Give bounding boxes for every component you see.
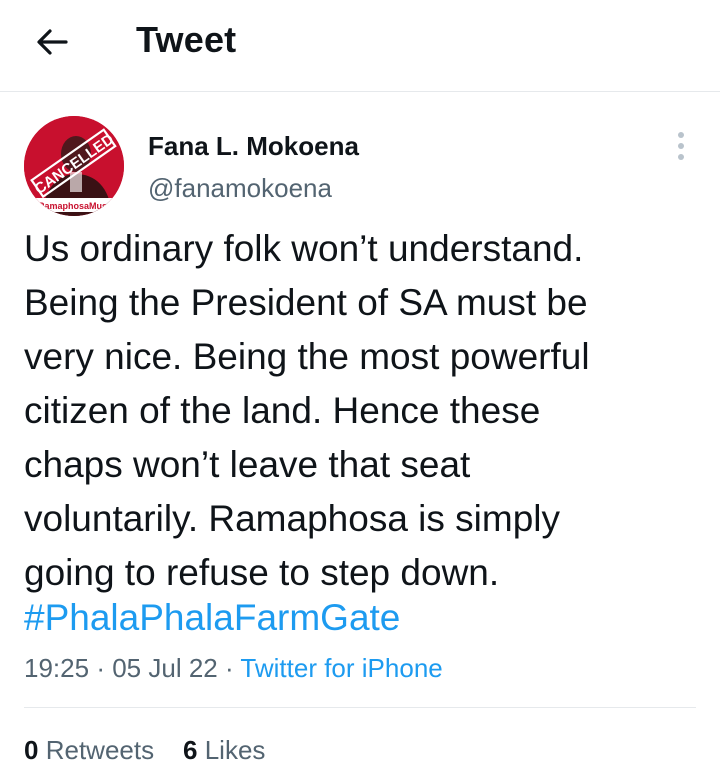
retweets-link[interactable]: 0 Retweets — [24, 735, 154, 765]
meta-separator: · — [96, 653, 105, 683]
avatar-image: CANCELLED RamaphosaMust — [24, 116, 124, 216]
tweet-text: Us ordinary folk won’t understand. Being… — [24, 228, 590, 593]
divider — [24, 707, 696, 708]
more-options-button[interactable] — [670, 132, 692, 160]
tweet-date: 05 Jul 22 — [112, 653, 218, 683]
retweets-count: 0 — [24, 735, 39, 765]
arrow-left-icon — [37, 29, 68, 55]
tweet-source-link[interactable]: Twitter for iPhone — [240, 653, 442, 683]
likes-count: 6 — [183, 735, 198, 765]
page-title: Tweet — [136, 19, 237, 60]
more-dot-icon — [678, 143, 684, 149]
avatar[interactable]: CANCELLED RamaphosaMust — [24, 116, 124, 216]
likes-label: Likes — [204, 735, 266, 765]
avatar-banner-text: RamaphosaMust — [38, 201, 110, 211]
more-dot-icon — [678, 154, 684, 160]
hashtag-link[interactable]: #PhalaPhalaFarmGate — [24, 591, 400, 645]
tweet-meta: 19:25 · 05 Jul 22 · Twitter for iPhone — [24, 650, 443, 686]
top-bar: Tweet — [0, 0, 720, 92]
more-dot-icon — [678, 132, 684, 138]
engagement-stats: 0 Retweets 6 Likes — [24, 734, 265, 766]
author-handle[interactable]: @fanamokoena — [148, 172, 332, 204]
meta-separator: · — [224, 653, 234, 683]
retweets-label: Retweets — [45, 735, 155, 765]
author-name[interactable]: Fana L. Mokoena — [148, 130, 359, 162]
tweet-time: 19:25 — [24, 653, 90, 683]
back-button[interactable] — [30, 22, 74, 62]
likes-link[interactable]: 6 Likes — [183, 735, 265, 765]
